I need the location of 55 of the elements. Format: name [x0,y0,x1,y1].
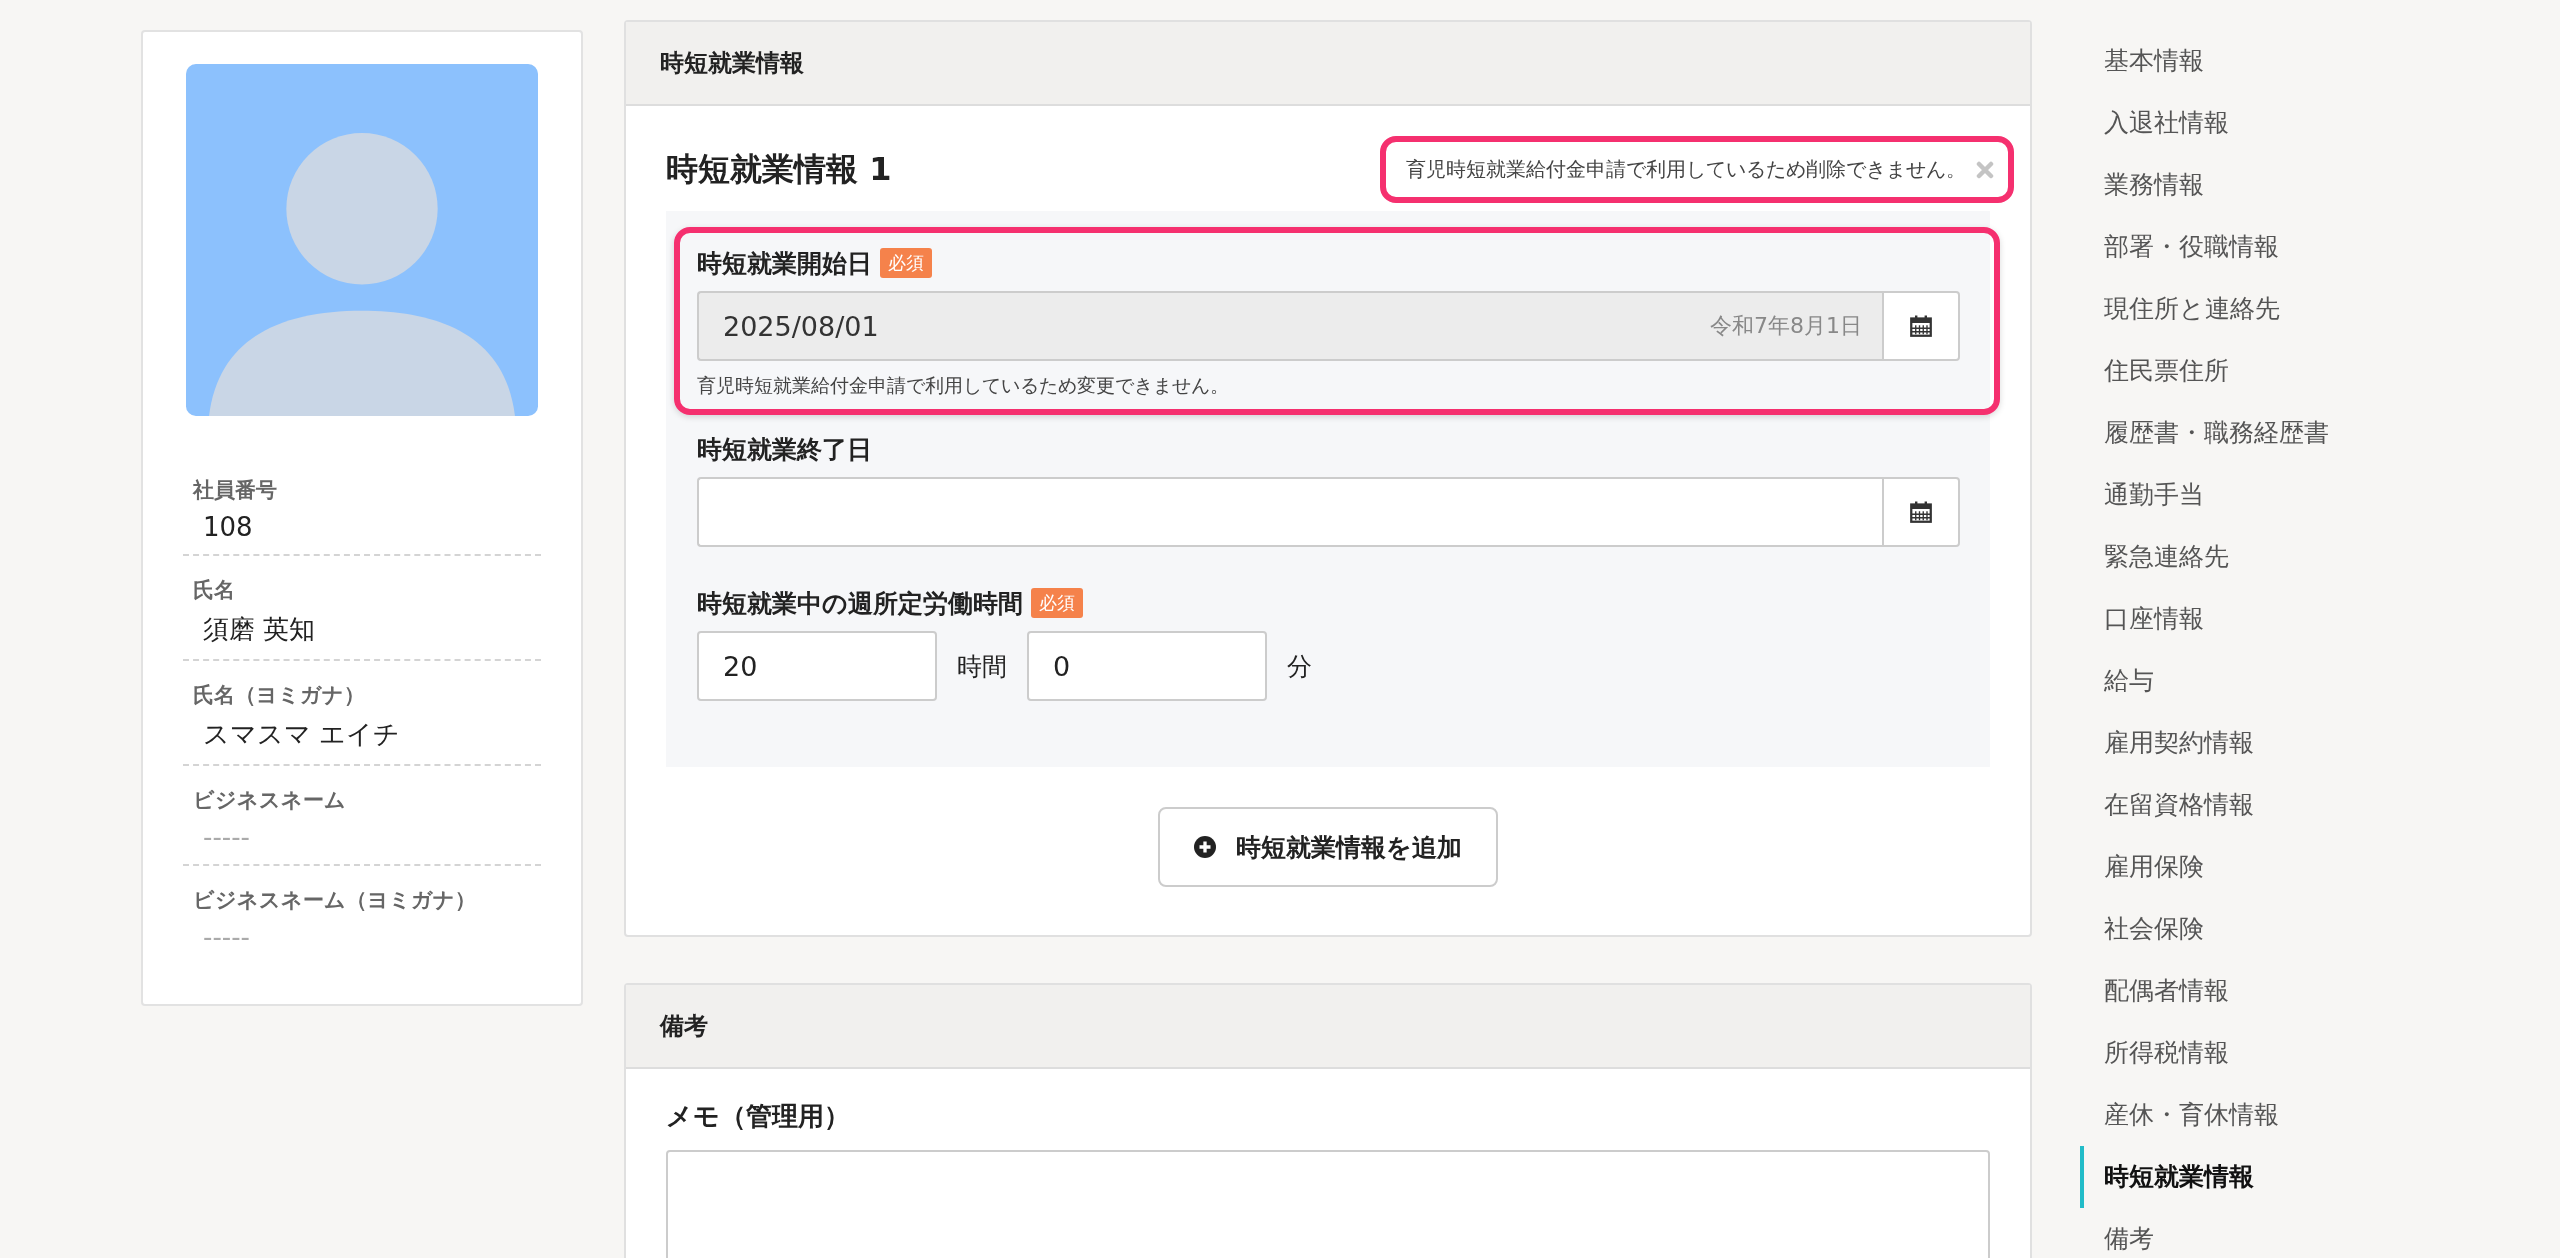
field-label: ビジネスネーム [193,787,347,814]
nav-link[interactable]: 業務情報 [2080,154,2329,216]
nav-link[interactable]: 現住所と連絡先 [2080,278,2329,340]
nav-link[interactable]: 履歴書・職務経歴書 [2080,402,2329,464]
field-label: 時短就業開始日 [697,247,872,280]
calendar-icon [1909,314,1933,338]
nav-link[interactable]: 所得税情報 [2080,1022,2329,1084]
hours-field[interactable]: 20 [697,631,937,701]
field-label: 時短就業中の週所定労働時間 [697,587,1023,620]
field-value: 108 [202,511,254,542]
field-value: ----- [202,921,251,952]
nav-link[interactable]: 緊急連絡先 [2080,526,2329,588]
era-date: 令和7年8月1日 [1710,312,1862,340]
nav-link[interactable]: 住民票住所 [2080,340,2329,402]
entry-title: 時短就業情報 1 [666,148,892,190]
field-label: 氏名（ヨミガナ） [193,682,366,709]
nav-link[interactable]: 産休・育休情報 [2080,1084,2329,1146]
notice-text: 育児時短就業給付金申請で利用しているため削除できません。 [1406,156,1966,183]
nav-link[interactable]: 雇用契約情報 [2080,712,2329,774]
memo-label: メモ（管理用） [666,1100,851,1133]
section-title: 時短就業情報 [660,48,804,79]
minutes-field[interactable]: 0 [1027,631,1267,701]
required-badge: 必須 [880,248,932,278]
nav-link[interactable]: 入退社情報 [2080,92,2329,154]
help-text: 育児時短就業給付金申請で利用しているため変更できません。 [697,373,1230,398]
unit-label: 分 [1287,650,1312,683]
field-value: 須磨 英知 [202,613,317,646]
nav-link[interactable]: 在留資格情報 [2080,774,2329,836]
nav-link[interactable]: 雇用保険 [2080,836,2329,898]
nav-link[interactable]: 社会保険 [2080,898,2329,960]
memo-textarea[interactable] [666,1150,1990,1258]
nav-link[interactable]: 配偶者情報 [2080,960,2329,1022]
nav-link[interactable]: 時短就業情報 [2080,1146,2329,1208]
field-label: 社員番号 [193,477,278,504]
field-label: 時短就業終了日 [697,433,872,466]
add-entry-button[interactable]: 時短就業情報を追加 [1158,807,1498,887]
nav-link[interactable]: 備考 [2080,1208,2329,1258]
field-label: ビジネスネーム（ヨミガナ） [193,887,477,914]
field-value: ----- [202,821,251,852]
section-title: 備考 [660,1011,708,1042]
nav-link[interactable]: 通勤手当 [2080,464,2329,526]
close-icon[interactable] [1976,160,1994,179]
nav-link[interactable]: 給与 [2080,650,2329,712]
calendar-button[interactable] [1882,477,1960,547]
nav-link[interactable]: 口座情報 [2080,588,2329,650]
plus-icon [1194,836,1216,858]
calendar-icon [1909,500,1933,524]
date-value: 2025/08/01 [723,310,879,342]
date-field[interactable] [697,477,1882,547]
field-label: 氏名 [193,577,236,604]
nav-link[interactable]: 部署・役職情報 [2080,216,2329,278]
nav-link[interactable]: 基本情報 [2080,30,2329,92]
field-value: スマスマ エイチ [202,718,402,751]
required-badge: 必須 [1031,588,1083,618]
unit-label: 時間 [957,650,1007,683]
